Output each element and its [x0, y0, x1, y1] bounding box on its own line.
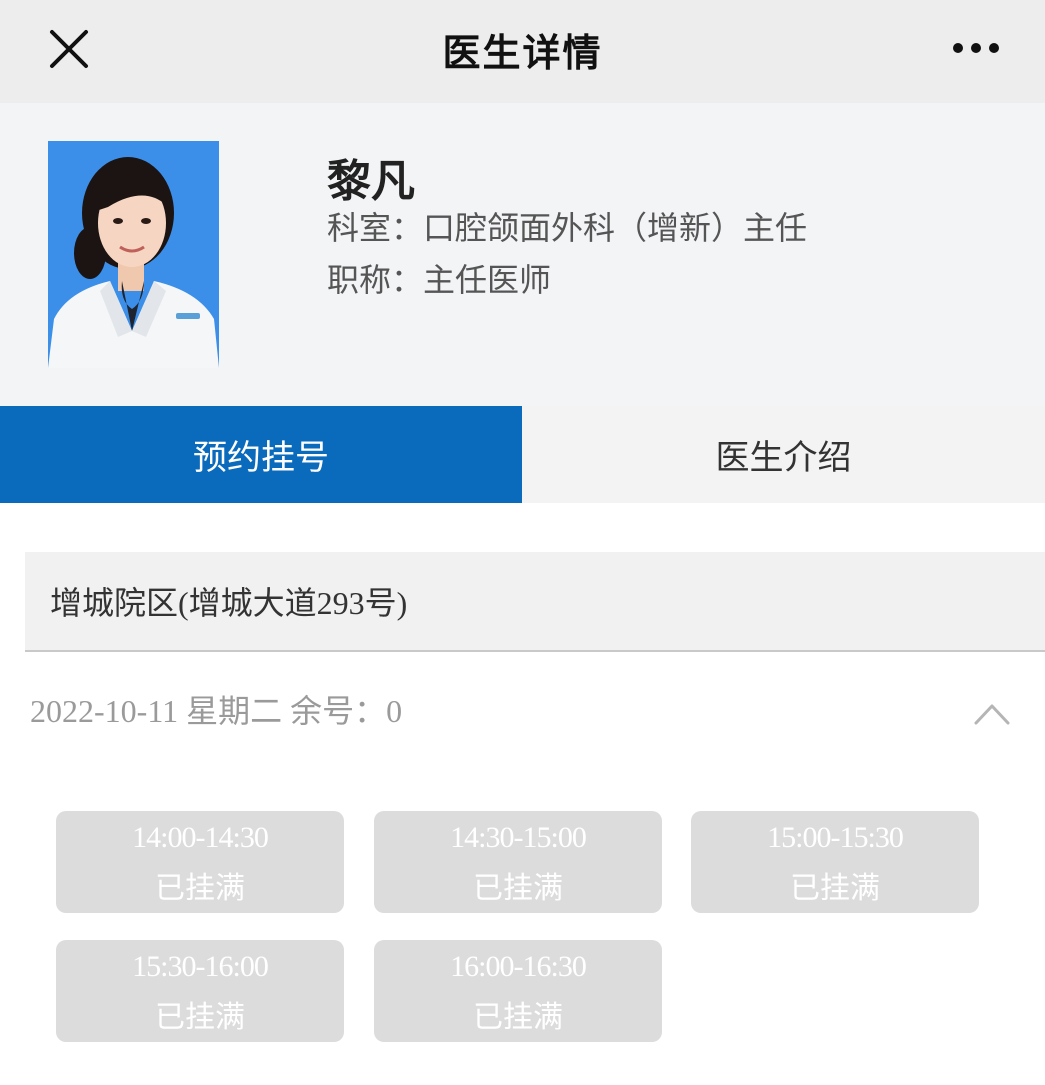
time-slot[interactable]: 15:30-16:00 已挂满: [56, 940, 344, 1042]
time-slot[interactable]: 14:30-15:00 已挂满: [374, 811, 662, 913]
doctor-title: 职称：主任医师: [327, 261, 552, 299]
tab-bar: 预约挂号 医生介绍: [0, 406, 1045, 503]
page-title: 医生详情: [442, 31, 603, 75]
more-icon[interactable]: [952, 38, 1000, 58]
schedule-date: 2022-10-11 星期二 余号：0: [30, 693, 403, 729]
campus-label: 增城院区(增城大道293号): [50, 585, 408, 621]
slot-status: 已挂满: [790, 871, 880, 906]
slot-time: 15:30-16:00: [132, 950, 269, 983]
campus-header[interactable]: 增城院区(增城大道293号): [25, 552, 1045, 652]
time-slot[interactable]: 16:00-16:30 已挂满: [374, 940, 662, 1042]
doctor-name: 黎凡: [327, 156, 415, 207]
slot-time: 14:00-14:30: [132, 821, 269, 854]
doctor-photo: [48, 141, 219, 368]
slot-time: 15:00-15:30: [767, 821, 904, 854]
tab-appointment[interactable]: 预约挂号: [0, 406, 522, 503]
tab-doctor-intro[interactable]: 医生介绍: [522, 406, 1045, 503]
slot-status: 已挂满: [155, 1000, 245, 1035]
slot-time: 16:00-16:30: [450, 950, 587, 983]
slot-status: 已挂满: [473, 1000, 563, 1035]
doctor-department: 科室：口腔颌面外科（增新）主任: [327, 209, 808, 247]
slot-status: 已挂满: [473, 871, 563, 906]
doctor-header: 黎凡 科室：口腔颌面外科（增新）主任 职称：主任医师: [0, 103, 1045, 406]
slot-time: 14:30-15:00: [450, 821, 587, 854]
time-slot[interactable]: 14:00-14:30 已挂满: [56, 811, 344, 913]
nav-bar: 医生详情: [0, 0, 1045, 103]
time-slot[interactable]: 15:00-15:30 已挂满: [691, 811, 979, 913]
chevron-up-icon[interactable]: [973, 700, 1011, 726]
slot-status: 已挂满: [155, 871, 245, 906]
